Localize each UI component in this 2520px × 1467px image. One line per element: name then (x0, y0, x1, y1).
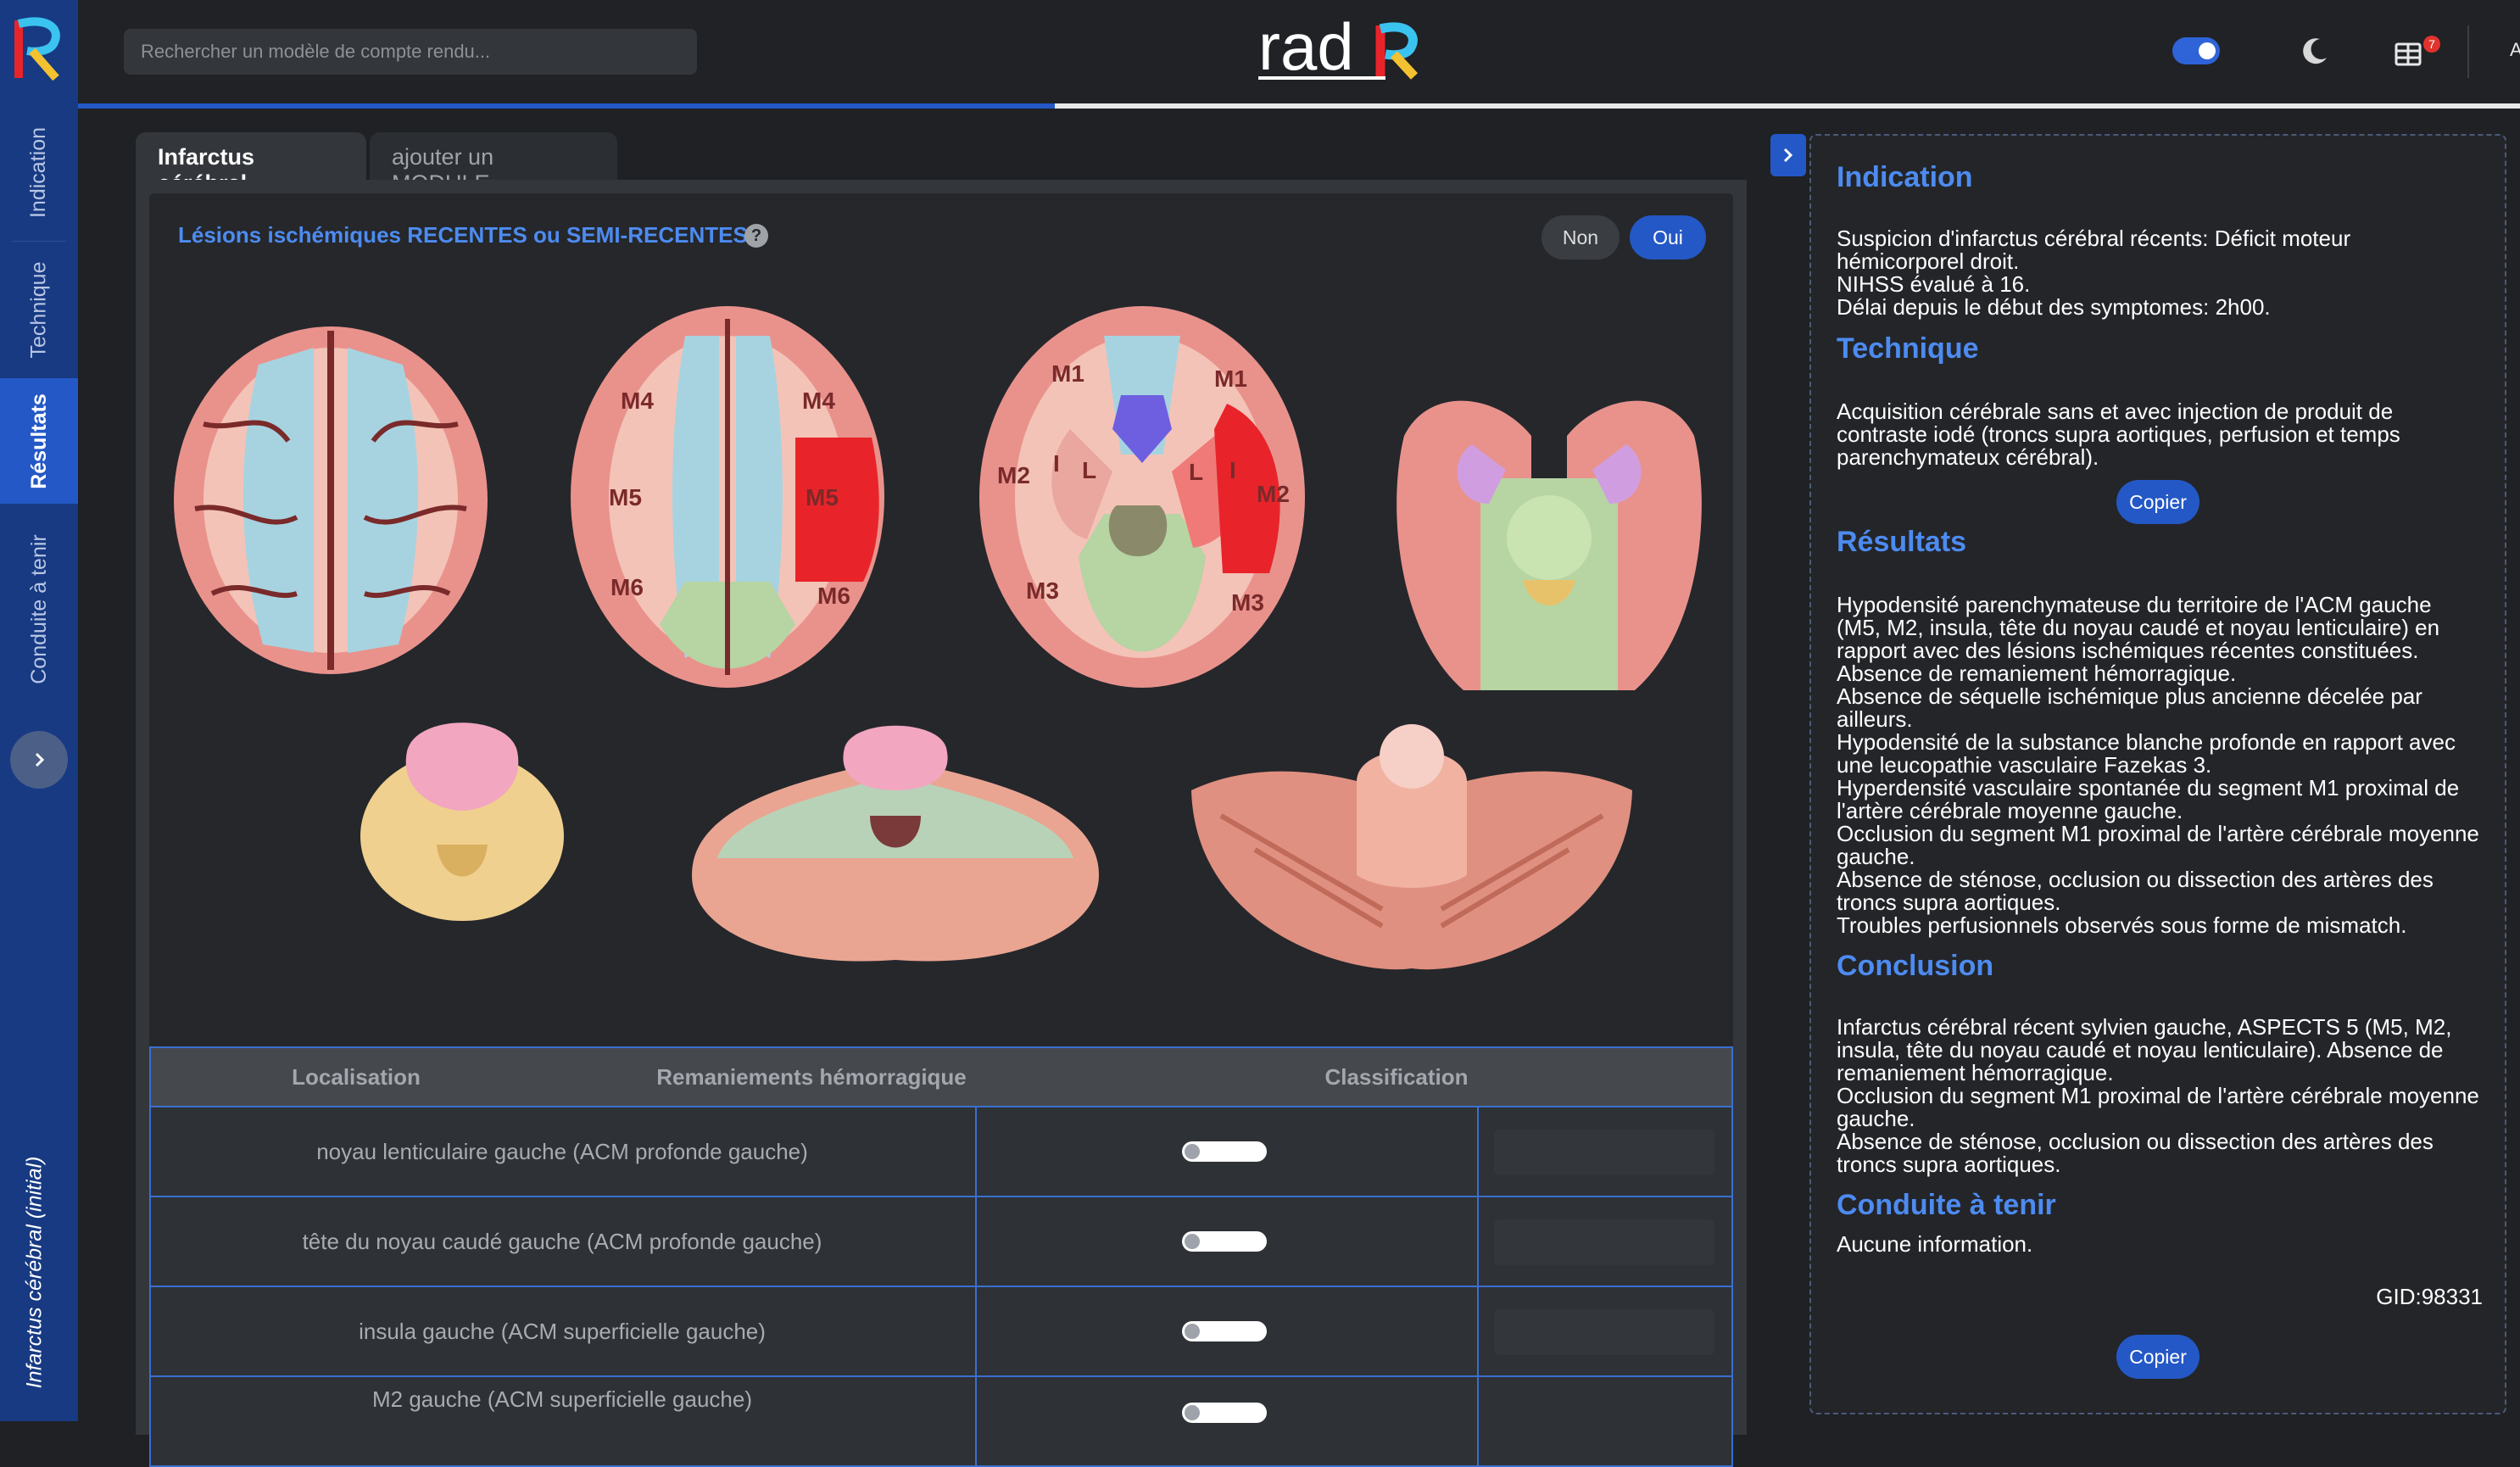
classification-select[interactable] (1494, 1219, 1714, 1265)
column-divider (975, 1197, 977, 1286)
label-m1-left: M1 (1214, 365, 1247, 392)
column-divider (1477, 1287, 1479, 1375)
help-icon[interactable]: ? (744, 224, 768, 248)
progress-bar (78, 103, 2520, 109)
label-m4-left: M4 (802, 388, 835, 414)
tab-conduite-label: Conduite à tenir (26, 533, 51, 684)
tab-infarctus[interactable]: Infarctus cérébral (136, 132, 366, 196)
cell-localisation: noyau lenticulaire gauche (ACM profonde … (316, 1139, 808, 1164)
label-m2-left: M2 (1257, 481, 1290, 507)
theme-toggle[interactable] (2172, 37, 2220, 64)
label-m3-left: M3 (1231, 589, 1264, 616)
user-initial: A (2510, 39, 2520, 60)
nav-divider (12, 241, 66, 242)
brain-slice-cerebellum[interactable] (1187, 722, 1636, 977)
report-type-label: Infarctus cérébral (initial) (5, 1128, 64, 1416)
table-row: tête du noyau caudé gauche (ACM profonde… (149, 1197, 1733, 1287)
resultats-text: Hypodensité parenchymateuse du territoir… (1837, 592, 2479, 938)
cell-localisation: tête du noyau caudé gauche (ACM profonde… (302, 1229, 822, 1254)
classification-select[interactable] (1494, 1309, 1714, 1355)
topbar-divider (2467, 25, 2469, 78)
brain-slice-supraganglionic[interactable]: M4 M4 M5 M5 M6 M6 (566, 302, 889, 692)
technique-heading: Technique (1837, 332, 1979, 365)
label-m5-right: M5 (609, 484, 642, 510)
header-classification: Classification (1324, 1064, 1469, 1090)
expand-sidebar-button[interactable] (10, 731, 68, 789)
brand-text: rad (1258, 14, 1354, 84)
label-m5-left: M5 (806, 484, 839, 510)
chevron-right-icon (1783, 148, 1793, 163)
moon-icon (2303, 38, 2327, 64)
conclusion-heading: Conclusion (1837, 950, 1994, 982)
conduite-text: Aucune information. (1837, 1231, 2033, 1257)
header-remaniements: Remaniements hémorragique (656, 1064, 967, 1090)
hemorrhage-switch[interactable] (1182, 1141, 1267, 1162)
cell-localisation: M2 gauche (ACM superficielle gauche) (372, 1386, 752, 1412)
search-input[interactable] (124, 29, 697, 75)
option-oui-button[interactable]: Oui (1630, 215, 1706, 259)
hemorrhage-switch[interactable] (1182, 1231, 1267, 1252)
label-l-right: L (1082, 457, 1096, 483)
cell-localisation: insula gauche (ACM superficielle gauche) (359, 1319, 766, 1344)
label-m3-right: M3 (1026, 577, 1059, 604)
gid-label: GID:98331 (2376, 1284, 2483, 1309)
label-l-left: L (1189, 459, 1203, 485)
header-localisation: Localisation (292, 1064, 421, 1090)
column-divider (1477, 1197, 1479, 1286)
conduite-heading: Conduite à tenir (1837, 1189, 2056, 1221)
column-divider (975, 1107, 977, 1196)
classification-select[interactable] (1494, 1130, 1714, 1175)
technique-text: Acquisition cérébrale sans et avec injec… (1837, 399, 2400, 470)
table-row: insula gauche (ACM superficielle gauche) (149, 1287, 1733, 1377)
label-m6-left: M6 (817, 583, 850, 609)
report-type-text: Infarctus cérébral (initial) (22, 1156, 47, 1388)
label-m2-right: M2 (997, 462, 1030, 488)
add-module-tab[interactable]: ajouter un MODULE (370, 132, 617, 196)
indication-heading: Indication (1837, 161, 1973, 193)
table-row: M2 gauche (ACM superficielle gauche) (149, 1377, 1733, 1467)
column-divider (1477, 1377, 1479, 1465)
column-divider (975, 1287, 977, 1375)
collapse-report-button[interactable] (1770, 134, 1806, 176)
tab-conduite[interactable]: Conduite à tenir (0, 516, 78, 702)
tab-resultats[interactable]: Résultats (0, 378, 78, 504)
label-m1-right: M1 (1051, 360, 1084, 387)
indication-text: Suspicion d'infarctus cérébral récents: … (1837, 226, 2351, 320)
conclusion-text: Infarctus cérébral récent sylvien gauche… (1837, 1014, 2479, 1177)
tab-indication-label: Indication (26, 126, 51, 218)
top-bar: rad 7 A (78, 0, 2520, 103)
table-row: noyau lenticulaire gauche (ACM profonde … (149, 1107, 1733, 1197)
progress-fill (78, 103, 1055, 109)
brain-slice-pons[interactable] (683, 722, 1107, 968)
label-i-right: I (1053, 450, 1060, 477)
brand-logo: rad (1258, 14, 1419, 84)
brain-slice-midbrain[interactable] (1387, 385, 1711, 699)
brain-slice-medulla[interactable] (356, 717, 568, 929)
tab-technique-label: Technique (26, 261, 51, 358)
resultats-heading: Résultats (1837, 526, 1967, 558)
brain-slice-ganglionic[interactable]: M1 M1 M2 M2 M3 M3 L L I I (977, 302, 1307, 692)
tab-indication[interactable]: Indication (0, 109, 78, 236)
brain-slice-vertex[interactable] (170, 322, 492, 678)
tab-resultats-label: Résultats (26, 393, 51, 489)
copy-technique-button[interactable]: Copier (2116, 480, 2199, 524)
label-m6-right: M6 (610, 574, 644, 600)
radr-logo (14, 17, 60, 81)
hemorrhage-switch[interactable] (1182, 1321, 1267, 1341)
chevron-right-icon (35, 752, 45, 767)
label-m4-right: M4 (621, 388, 654, 414)
question-title: Lésions ischémiques RECENTES ou SEMI-REC… (178, 222, 748, 248)
notification-badge: 7 (2423, 36, 2440, 53)
left-nav: Indication Technique Résultats Conduite … (0, 0, 78, 1421)
option-non-button[interactable]: Non (1542, 215, 1620, 259)
copy-report-button[interactable]: Copier (2116, 1335, 2199, 1379)
label-i-left: I (1229, 457, 1236, 483)
tab-technique[interactable]: Technique (0, 246, 78, 373)
table-header: Localisation Remaniements hémorragique C… (149, 1046, 1733, 1107)
column-divider (975, 1377, 977, 1465)
column-divider (1477, 1107, 1479, 1196)
hemorrhage-switch[interactable] (1182, 1403, 1267, 1423)
